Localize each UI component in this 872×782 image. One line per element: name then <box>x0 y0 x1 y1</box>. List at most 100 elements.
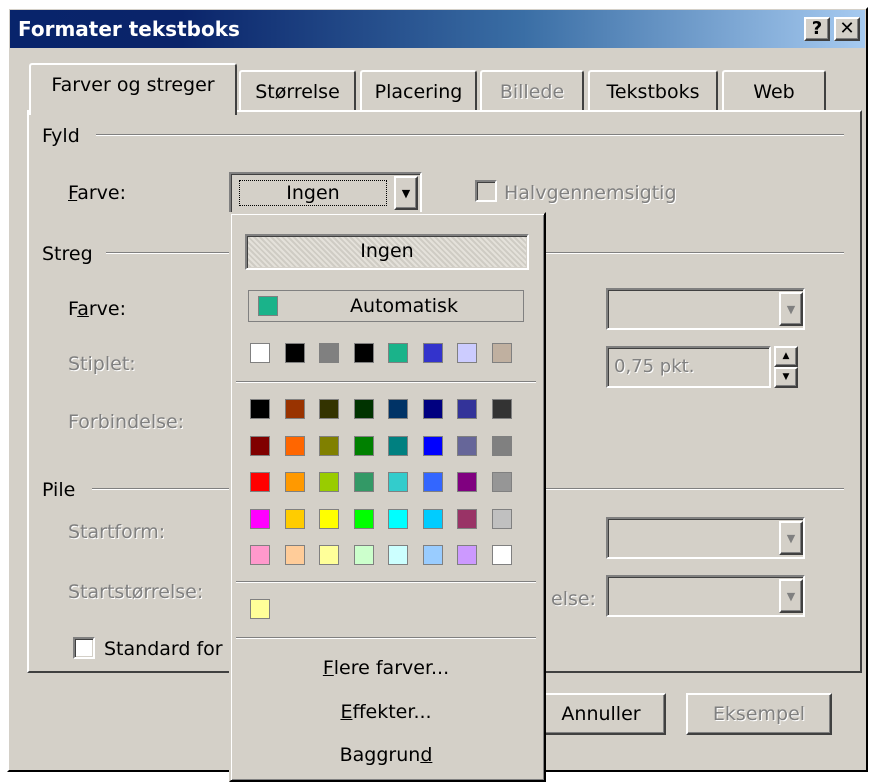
tab-label: Farver og streger <box>51 74 215 96</box>
palette-color-swatch[interactable] <box>285 436 305 456</box>
palette-color-swatch[interactable] <box>457 436 477 456</box>
palette-color-swatch[interactable] <box>457 509 477 529</box>
weight-down-icon: ▼ <box>774 367 798 388</box>
tab-size[interactable]: Størrelse <box>239 70 356 112</box>
tab-textbox[interactable]: Tekstboks <box>588 70 718 112</box>
palette-color-swatch[interactable] <box>250 472 270 492</box>
tab-picture: Billede <box>480 70 584 112</box>
line-section-title: Streg <box>42 242 101 266</box>
cancel-button-label: Annuller <box>561 703 641 725</box>
recent-color-swatch[interactable] <box>319 343 339 363</box>
palette-color-swatch[interactable] <box>492 545 512 565</box>
palette-color-swatch[interactable] <box>492 509 512 529</box>
recent-color-swatch[interactable] <box>423 343 443 363</box>
tab-web[interactable]: Web <box>722 70 826 112</box>
fill-section-title: Fyld <box>42 124 88 148</box>
fill-color-label: Farve: <box>68 182 126 204</box>
transparent-label: Halvgennemsigtig <box>504 182 677 204</box>
palette-color-swatch[interactable] <box>285 472 305 492</box>
recent-color-swatch[interactable] <box>388 343 408 363</box>
dropdown-divider <box>236 581 536 583</box>
dash-label: Stiplet: <box>68 353 136 375</box>
end-size-combo: ▼ <box>606 575 805 617</box>
palette-color-swatch[interactable] <box>388 509 408 529</box>
palette-color-swatch[interactable] <box>250 436 270 456</box>
palette-color-swatch[interactable] <box>492 436 512 456</box>
palette-color-swatch[interactable] <box>250 545 270 565</box>
palette-color-swatch[interactable] <box>285 399 305 419</box>
palette-color-swatch[interactable] <box>388 399 408 419</box>
chevron-down-icon: ▼ <box>779 579 803 613</box>
tab-colors-and-lines[interactable]: Farver og streger <box>29 63 237 115</box>
palette-color-swatch[interactable] <box>285 509 305 529</box>
tab-label: Tekstboks <box>606 81 700 103</box>
palette-color-swatch[interactable] <box>354 436 374 456</box>
palette-color-swatch[interactable] <box>354 509 374 529</box>
dropdown-divider <box>236 381 536 383</box>
recent-color-swatch[interactable] <box>285 343 305 363</box>
automatic-color-option[interactable]: Automatisk <box>248 290 524 322</box>
tab-label: Placering <box>374 81 463 103</box>
help-icon: ? <box>811 18 823 39</box>
help-button[interactable]: ? <box>804 17 830 41</box>
weight-up-icon: ▲ <box>774 346 798 367</box>
tab-position[interactable]: Placering <box>360 70 477 112</box>
default-checkbox-label: Standard for <box>104 638 223 660</box>
palette-color-swatch[interactable] <box>354 399 374 419</box>
fill-section-divider <box>96 134 844 136</box>
palette-color-swatch[interactable] <box>457 545 477 565</box>
dropdown-divider <box>236 637 536 639</box>
palette-color-swatch[interactable] <box>388 436 408 456</box>
cancel-button[interactable]: Annuller <box>536 693 666 735</box>
palette-color-swatch[interactable] <box>250 509 270 529</box>
recent-color-swatch[interactable] <box>492 343 512 363</box>
palette-color-swatch[interactable] <box>423 399 443 419</box>
palette-color-swatch[interactable] <box>354 472 374 492</box>
fill-color-combo[interactable]: Ingen ▼ <box>229 172 422 214</box>
palette-color-swatch[interactable] <box>492 399 512 419</box>
palette-color-swatch[interactable] <box>423 545 443 565</box>
recent-color-swatch[interactable] <box>250 343 270 363</box>
end-style-combo: ▼ <box>606 517 805 559</box>
palette-color-swatch[interactable] <box>319 436 339 456</box>
title-bar[interactable]: Formater tekstboks <box>10 10 865 48</box>
palette-color-swatch[interactable] <box>319 399 339 419</box>
transparent-checkbox <box>475 180 497 202</box>
recent-color-swatch[interactable] <box>354 343 374 363</box>
more-colors-menu-item[interactable]: Flere farver... <box>236 653 536 683</box>
line-weight-field: 0,75 pkt. <box>606 346 771 388</box>
window-title: Formater tekstboks <box>18 17 240 41</box>
tab-label: Web <box>753 81 795 103</box>
palette-color-swatch[interactable] <box>423 472 443 492</box>
palette-color-swatch[interactable] <box>388 472 408 492</box>
palette-color-swatch[interactable] <box>492 472 512 492</box>
palette-color-swatch[interactable] <box>319 545 339 565</box>
palette-color-swatch[interactable] <box>457 399 477 419</box>
chevron-down-icon: ▼ <box>779 292 803 326</box>
start-size-label: Startstørrelse: <box>68 581 204 603</box>
line-weight-value: 0,75 pkt. <box>614 356 695 377</box>
close-button[interactable]: ✕ <box>834 17 860 41</box>
background-menu-item[interactable]: Baggrund <box>236 740 536 770</box>
tab-label: Billede <box>499 81 565 103</box>
palette-color-swatch[interactable] <box>354 545 374 565</box>
palette-color-swatch[interactable] <box>285 545 305 565</box>
fill-color-value: Ingen <box>239 180 387 206</box>
palette-color-swatch[interactable] <box>423 509 443 529</box>
start-style-label: Startform: <box>68 521 166 543</box>
fill-color-dropdown-button[interactable]: ▼ <box>394 176 418 210</box>
palette-color-swatch[interactable] <box>319 509 339 529</box>
automatic-color-label: Automatisk <box>350 295 458 317</box>
arrows-section-title: Pile <box>42 478 84 502</box>
effects-menu-item[interactable]: Effekter... <box>236 697 536 727</box>
palette-color-swatch[interactable] <box>423 436 443 456</box>
palette-color-swatch[interactable] <box>388 545 408 565</box>
custom-color-swatch[interactable] <box>250 599 270 619</box>
preview-button-label: Eksempel <box>712 703 806 725</box>
palette-color-swatch[interactable] <box>250 399 270 419</box>
recent-color-swatch[interactable] <box>457 343 477 363</box>
palette-color-swatch[interactable] <box>457 472 477 492</box>
default-checkbox[interactable] <box>73 637 95 659</box>
palette-color-swatch[interactable] <box>319 472 339 492</box>
no-color-option[interactable]: Ingen <box>245 234 529 270</box>
